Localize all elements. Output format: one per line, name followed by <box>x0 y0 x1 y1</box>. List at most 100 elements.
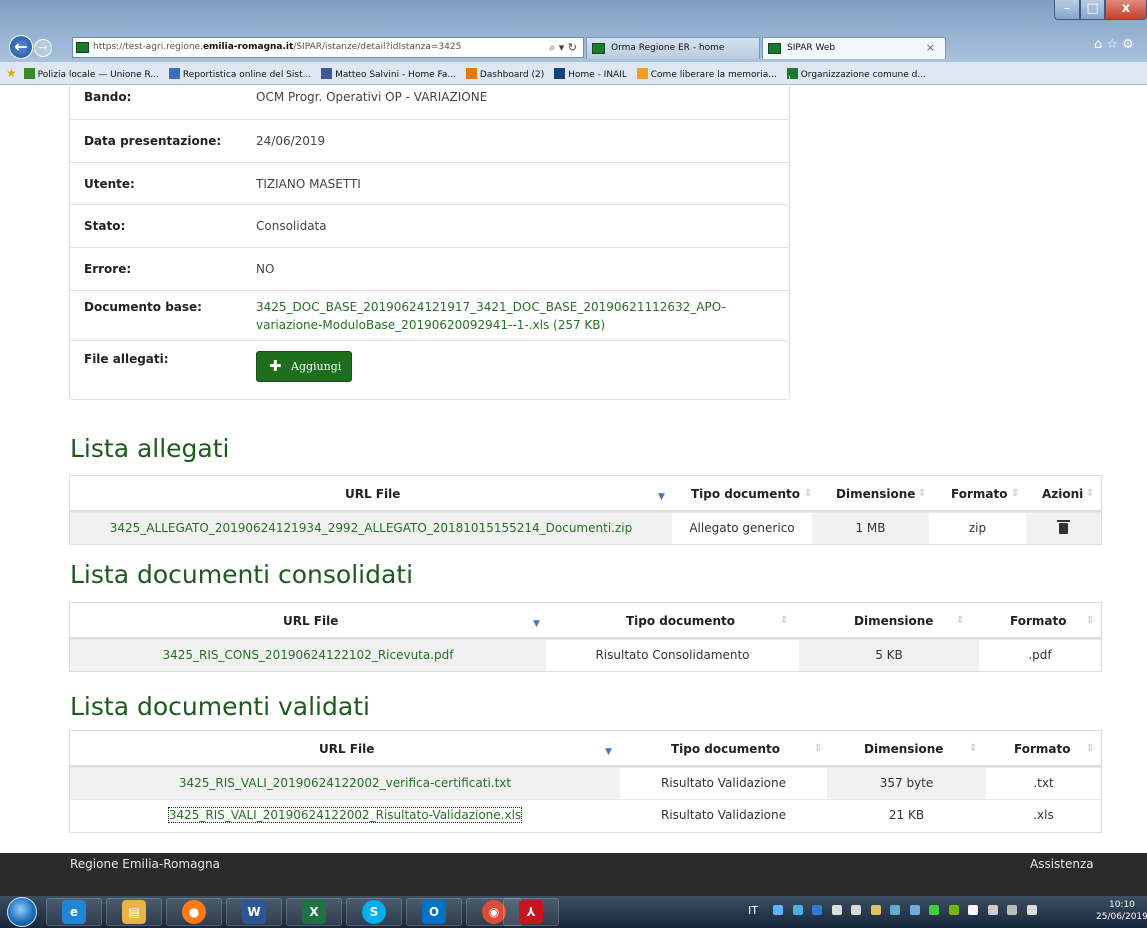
page-content: Bando: OCM Progr. Operativi OP - VARIAZI… <box>0 76 1147 853</box>
url-host: emilia-romagna.it <box>202 42 294 52</box>
tray-app-icon[interactable] <box>831 905 842 915</box>
col-header-url[interactable]: URL File <box>283 603 338 639</box>
address-bar[interactable]: https://test-agri.regione.emilia-romagna… <box>72 37 584 58</box>
taskbar-app-word[interactable]: W <box>226 898 282 926</box>
device-icon[interactable] <box>987 905 998 915</box>
col-header-dimensione[interactable]: Dimensione <box>864 731 943 767</box>
language-indicator[interactable]: IT <box>748 904 758 917</box>
back-arrow-icon[interactable]: ← <box>9 35 33 59</box>
sort-icon[interactable]: ⇕ <box>969 731 977 767</box>
navigation-row: ← → https://test-agri.regione.emilia-rom… <box>0 34 1147 60</box>
sort-icon[interactable]: ⇕ <box>918 476 926 512</box>
search-refresh-icon[interactable]: ⌕ ▾ ↻ <box>549 38 577 57</box>
documento-base-link[interactable]: 3425_DOC_BASE_20190624121917_3421_DOC_BA… <box>256 298 766 334</box>
taskbar-app-acrobat[interactable]: ⅄ <box>503 898 559 926</box>
network-icon[interactable] <box>1007 905 1018 915</box>
trash-icon[interactable] <box>1057 520 1070 534</box>
validato-file-link[interactable]: 3425_RIS_VALI_20190624122002_Risultato-V… <box>70 800 620 831</box>
clock-date: 25/06/2019 <box>1096 912 1147 922</box>
col-header-tipo[interactable]: Tipo documento <box>626 603 735 639</box>
table-row: 3425_RIS_VALI_20190624122002_verifica-ce… <box>70 767 1101 799</box>
url-path: /SIPAR/istanze/detail?idIstanza=3425 <box>293 42 462 52</box>
sort-icon[interactable]: ⇕ <box>1086 476 1094 512</box>
col-header-dimensione[interactable]: Dimensione <box>836 476 915 512</box>
favorite-link[interactable]: Organizzazione comune d... <box>786 64 926 84</box>
consolidato-file-link[interactable]: 3425_RIS_CONS_20190624122102_Ricevuta.pd… <box>70 640 546 671</box>
sort-icon[interactable]: ⇕ <box>780 603 788 639</box>
tab-label: Orma Regione ER - home <box>611 43 725 53</box>
col-header-formato[interactable]: Formato <box>1010 603 1066 639</box>
favorites-star-icon[interactable]: ★ <box>6 66 17 80</box>
forward-arrow-icon[interactable]: → <box>34 39 52 57</box>
nvidia-icon[interactable] <box>948 905 959 915</box>
detail-row-errore: Errore: NO <box>70 247 789 290</box>
cell-dimensione: 1 MB <box>855 521 886 535</box>
col-header-tipo[interactable]: Tipo documento <box>691 476 800 512</box>
sort-icon[interactable]: ⇕ <box>804 476 812 512</box>
taskbar-app-excel[interactable]: X <box>286 898 342 926</box>
add-file-button[interactable]: ✚ Aggiungi <box>256 351 352 382</box>
sort-desc-icon[interactable]: ▼ <box>605 734 612 770</box>
action-center-flag-icon[interactable] <box>968 905 979 915</box>
detail-label: Utente: <box>84 177 135 191</box>
volume-icon[interactable] <box>1026 905 1037 915</box>
allegato-file-link[interactable]: 3425_ALLEGATO_20190624121934_2992_ALLEGA… <box>70 513 672 544</box>
validato-file-link[interactable]: 3425_RIS_VALI_20190624122002_verifica-ce… <box>70 768 620 799</box>
col-header-dimensione[interactable]: Dimensione <box>854 603 933 639</box>
tab-orma-home[interactable]: Orma Regione ER - home <box>586 37 760 59</box>
minimize-button[interactable]: – <box>1054 0 1080 20</box>
col-header-formato[interactable]: Formato <box>951 476 1007 512</box>
start-orb-icon[interactable] <box>7 897 37 927</box>
skype-icon: S <box>362 900 386 924</box>
tab-sipar-web[interactable]: SIPAR Web × <box>762 37 946 59</box>
close-window-button[interactable]: x <box>1105 0 1147 20</box>
onedrive-icon[interactable] <box>773 905 784 915</box>
tab-label: SIPAR Web <box>787 43 836 53</box>
col-header-tipo[interactable]: Tipo documento <box>671 731 780 767</box>
col-header-url[interactable]: URL File <box>345 476 400 512</box>
footer-brand: Regione Emilia-Romagna <box>70 857 220 871</box>
outlook-tray-icon[interactable] <box>812 905 823 915</box>
col-header-url[interactable]: URL File <box>319 731 374 767</box>
excel-icon: X <box>302 900 326 924</box>
network-share-icon[interactable] <box>890 905 901 915</box>
sort-icon[interactable]: ⇕ <box>1086 603 1094 639</box>
col-header-formato[interactable]: Formato <box>1014 731 1070 767</box>
sort-icon[interactable]: ⇕ <box>1086 731 1094 767</box>
home-favorites-settings-icon[interactable]: ⌂ ☆ ⚙ <box>1094 37 1134 52</box>
detail-value: Consolidata <box>256 219 327 233</box>
assistenza-link[interactable]: Assistenza <box>1030 857 1094 871</box>
detail-label: Bando: <box>84 90 132 104</box>
add-button-label: Aggiungi <box>291 360 342 373</box>
site-favicon-icon <box>76 42 89 53</box>
table-consolidati: URL File ▼ Tipo documento ⇕ Dimensione ⇕… <box>69 602 1102 672</box>
system-clock[interactable]: 10:10 25/06/2019 <box>1096 899 1147 923</box>
taskbar-app-ie[interactable]: e <box>46 898 102 926</box>
table-header: URL File ▼ Tipo documento ⇕ Dimensione ⇕… <box>70 731 1101 767</box>
taskbar-app-outlook[interactable]: O <box>406 898 462 926</box>
taskbar-app-skype[interactable]: S <box>346 898 402 926</box>
sort-icon[interactable]: ⇕ <box>814 731 822 767</box>
sort-icon[interactable]: ⇕ <box>1011 476 1019 512</box>
detail-row-utente: Utente: TIZIANO MASETTI <box>70 162 789 204</box>
tray-app-icon[interactable] <box>929 905 940 915</box>
skype-tray-icon[interactable] <box>792 905 803 915</box>
tab-favicon-icon <box>768 43 781 54</box>
tab-close-icon[interactable]: × <box>926 38 935 58</box>
favorite-label: Organizzazione comune d... <box>800 70 926 80</box>
focused-link-text[interactable]: 3425_RIS_VALI_20190624122002_Risultato-V… <box>167 807 523 823</box>
cell-azioni <box>1026 513 1101 544</box>
taskbar-app-explorer[interactable]: ▤ <box>106 898 162 926</box>
sort-icon[interactable]: ⇕ <box>956 603 964 639</box>
istanza-detail-panel: Bando: OCM Progr. Operativi OP - VARIAZI… <box>69 76 790 400</box>
sort-desc-icon[interactable]: ▼ <box>658 479 665 515</box>
sort-desc-icon[interactable]: ▼ <box>533 606 540 642</box>
tray-app-icon[interactable] <box>851 905 862 915</box>
detail-row-data: Data presentazione: 24/06/2019 <box>70 119 789 162</box>
detail-label: Data presentazione: <box>84 134 222 148</box>
security-icon[interactable] <box>870 905 881 915</box>
taskbar-app-firefox[interactable]: ● <box>166 898 222 926</box>
maximize-button[interactable]: □ <box>1080 0 1105 20</box>
favorite-icon <box>23 68 35 79</box>
display-icon[interactable] <box>909 905 920 915</box>
